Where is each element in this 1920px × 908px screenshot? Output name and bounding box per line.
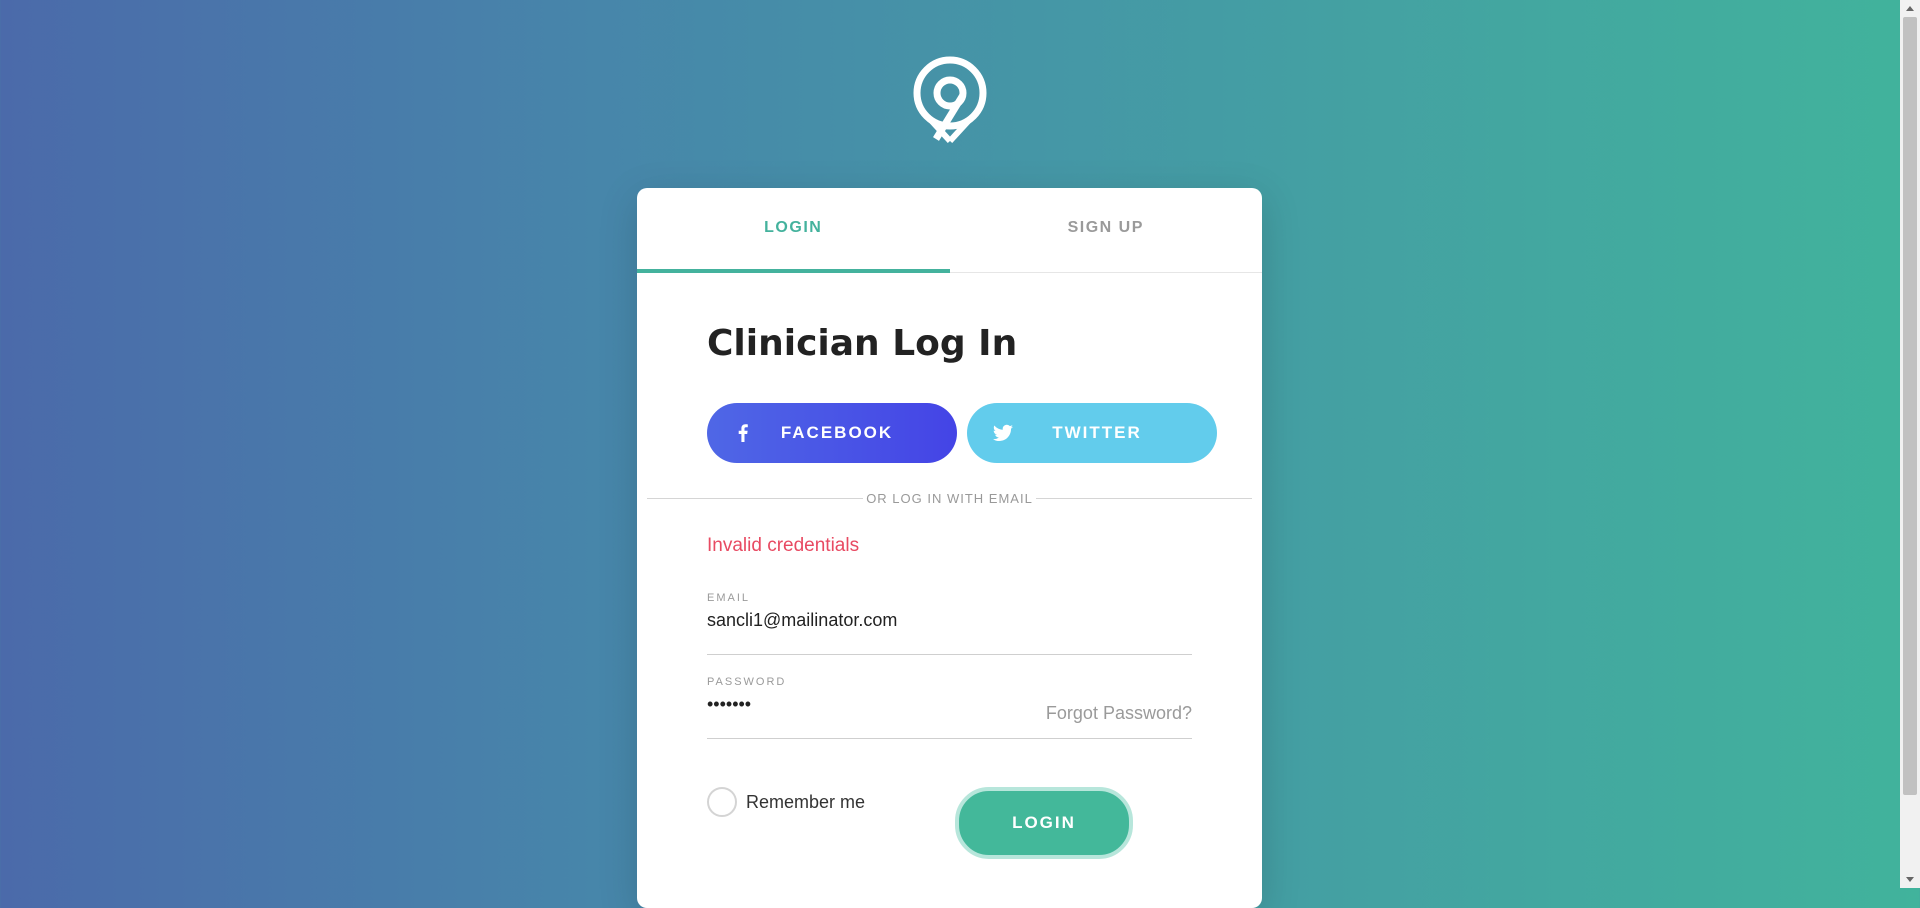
login-card: LOGIN SIGN UP Clinician Log In FACEBOOK … (637, 188, 1262, 908)
scroll-up-arrow-icon[interactable] (1906, 6, 1914, 11)
email-input[interactable]: sancli1@mailinator.com (707, 610, 1192, 636)
forgot-password-link[interactable]: Forgot Password? (1046, 703, 1192, 724)
facebook-login-button[interactable]: FACEBOOK (707, 403, 957, 463)
facebook-icon (738, 424, 748, 442)
divider-line-right (1036, 498, 1252, 499)
app-logo-icon (913, 56, 987, 144)
remember-me-checkbox-circle[interactable] (707, 787, 737, 817)
login-button[interactable]: LOGIN (955, 787, 1133, 859)
error-message: Invalid credentials (707, 535, 860, 556)
auth-tabs: LOGIN SIGN UP (637, 188, 1262, 273)
remember-me-label: Remember me (746, 791, 866, 812)
active-tab-indicator (637, 269, 950, 273)
twitter-icon (993, 424, 1013, 441)
page-title: Clinician Log In (707, 323, 1018, 364)
scrollbar-thumb[interactable] (1903, 17, 1917, 795)
page-scrollbar[interactable] (1900, 0, 1920, 888)
email-label: EMAIL (707, 592, 751, 604)
tab-sign-up[interactable]: SIGN UP (950, 188, 1263, 272)
password-label: PASSWORD (707, 676, 787, 688)
remember-me-checkbox[interactable]: Remember me (707, 787, 865, 817)
twitter-login-button[interactable]: TWITTER (967, 403, 1217, 463)
email-field[interactable]: EMAIL sancli1@mailinator.com (707, 592, 1192, 655)
password-field[interactable]: PASSWORD ••••••• Forgot Password? (707, 676, 1192, 739)
scroll-down-arrow-icon[interactable] (1906, 877, 1914, 882)
email-divider: OR LOG IN WITH EMAIL (647, 491, 1252, 506)
tab-login[interactable]: LOGIN (637, 188, 950, 272)
